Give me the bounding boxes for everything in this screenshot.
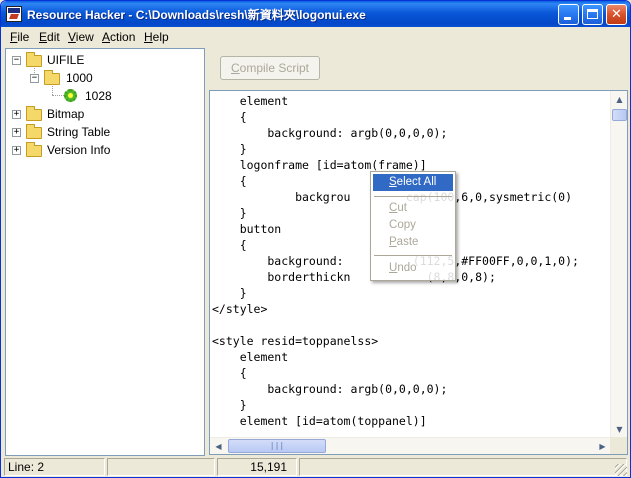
vertical-scrollbar[interactable]: ▲ ▼ <box>610 91 627 438</box>
tree-node-label: Version Info <box>47 143 111 157</box>
ctx-undo: Undo <box>373 260 453 277</box>
menu-help-label: elp <box>152 30 169 44</box>
menu-help[interactable]: Help <box>144 30 169 44</box>
code-line[interactable]: element <box>212 349 608 365</box>
context-menu: Select All Cut Copy Paste Undo <box>370 171 456 281</box>
horizontal-scroll-thumb[interactable]: ||| <box>228 439 326 453</box>
menu-bar: File Edit View Action Help <box>4 27 627 47</box>
tree-node-1000[interactable]: − 1000 <box>6 70 204 88</box>
folder-open-icon <box>44 70 60 85</box>
vertical-scroll-thumb[interactable] <box>612 109 627 121</box>
resize-grip-icon[interactable] <box>615 464 627 476</box>
code-line[interactable]: { <box>212 365 608 381</box>
tree-node-label: Bitmap <box>47 107 85 121</box>
ctx-paste: Paste <box>373 234 453 251</box>
collapse-icon[interactable]: − <box>12 56 21 65</box>
collapse-icon[interactable]: − <box>30 74 39 83</box>
code-line[interactable]: } <box>212 141 608 157</box>
menu-action-accel: A <box>102 30 111 44</box>
ctx-select-all-label: elect All <box>396 176 437 188</box>
menu-file[interactable]: File <box>10 30 29 44</box>
menu-edit[interactable]: Edit <box>39 30 60 44</box>
ctx-select-all[interactable]: Select All <box>373 174 453 191</box>
menu-edit-label: dit <box>47 30 60 44</box>
code-line[interactable]: <style resid=toppanelss> <box>212 333 608 349</box>
compile-label: ompile Script <box>239 61 310 75</box>
code-line[interactable]: background: argb(0,0,0,0); <box>212 381 608 397</box>
window-title: Resource Hacker - C:\Downloads\resh\新資料夾… <box>27 8 366 22</box>
status-position: 15,191 <box>217 458 297 476</box>
ctx-paste-label: aste <box>396 236 419 248</box>
status-filler-panel <box>299 458 627 476</box>
code-line[interactable]: { <box>212 109 608 125</box>
menu-separator <box>374 255 452 256</box>
menu-action[interactable]: Action <box>102 30 135 44</box>
status-empty-panel <box>107 458 215 476</box>
status-bar: Line: 2 15,191 <box>4 458 627 476</box>
ctx-copy: Copy <box>373 217 453 234</box>
tree-node-label: String Table <box>47 125 111 139</box>
ctx-select-all-accel: S <box>389 176 397 188</box>
tree-node-label: 1000 <box>66 71 93 85</box>
menu-action-label: ction <box>110 30 136 44</box>
code-line[interactable]: </style> <box>212 301 608 317</box>
maximize-button[interactable] <box>582 4 603 25</box>
close-button[interactable]: ✕ <box>606 4 627 25</box>
menu-file-label: ile <box>17 30 30 44</box>
title-bar[interactable]: Resource Hacker - C:\Downloads\resh\新資料夾… <box>1 1 630 27</box>
menu-view[interactable]: View <box>68 30 94 44</box>
ctx-paste-accel: P <box>389 236 397 248</box>
scroll-up-icon[interactable]: ▲ <box>611 91 627 108</box>
close-icon: ✕ <box>611 7 622 22</box>
menu-view-accel: V <box>68 30 76 44</box>
ctx-cut: Cut <box>373 200 453 217</box>
folder-icon <box>26 124 42 139</box>
expand-icon[interactable]: + <box>12 128 21 137</box>
tree-node-label: 1028 <box>83 89 114 103</box>
tree-node-uifile[interactable]: − UIFILE <box>6 52 204 70</box>
resource-tree[interactable]: − UIFILE − 1000 1028 + Bitmap + String T… <box>5 48 205 456</box>
compile-script-button[interactable]: Compile Script <box>220 56 320 80</box>
compile-accel: C <box>230 61 240 75</box>
scroll-left-icon[interactable]: ◀ <box>210 438 227 454</box>
folder-open-icon <box>26 52 42 67</box>
folder-icon <box>26 106 42 121</box>
horizontal-scrollbar[interactable]: ◀ ||| ▶ <box>210 437 611 454</box>
minimize-button[interactable] <box>558 4 579 25</box>
expand-icon[interactable]: + <box>12 110 21 119</box>
status-line: Line: 2 <box>4 458 105 476</box>
tree-node-bitmap[interactable]: + Bitmap <box>6 106 204 124</box>
ctx-copy-label: opy <box>397 219 416 231</box>
scrollbar-corner <box>610 437 627 454</box>
scroll-right-icon[interactable]: ▶ <box>594 438 611 454</box>
menu-edit-accel: E <box>39 30 48 44</box>
tree-node-string-table[interactable]: + String Table <box>6 124 204 142</box>
ctx-undo-label: ndo <box>397 262 417 274</box>
ctx-cut-label: ut <box>397 202 407 214</box>
code-line[interactable]: background: argb(0,0,0,0); <box>212 125 608 141</box>
app-window: Resource Hacker - C:\Downloads\resh\新資料夾… <box>0 0 631 478</box>
tree-node-label: UIFILE <box>47 53 85 67</box>
folder-icon <box>26 142 42 157</box>
expand-icon[interactable]: + <box>12 146 21 155</box>
tree-node-version-info[interactable]: + Version Info <box>6 142 204 160</box>
code-line[interactable]: element <box>212 93 608 109</box>
code-line[interactable] <box>212 317 608 333</box>
code-line[interactable]: element [id=atom(toppanel)] <box>212 413 608 429</box>
menu-separator <box>374 196 452 197</box>
maximize-icon <box>587 9 598 19</box>
resource-hacker-app-icon[interactable] <box>6 6 22 22</box>
minimize-icon <box>564 17 571 20</box>
tree-node-1028[interactable]: 1028 <box>6 88 204 106</box>
resource-gear-icon <box>64 89 77 102</box>
code-line[interactable]: } <box>212 285 608 301</box>
menu-help-accel: H <box>144 30 153 44</box>
scroll-down-icon[interactable]: ▼ <box>611 421 627 438</box>
code-line[interactable]: } <box>212 397 608 413</box>
menu-view-label: iew <box>75 30 94 44</box>
